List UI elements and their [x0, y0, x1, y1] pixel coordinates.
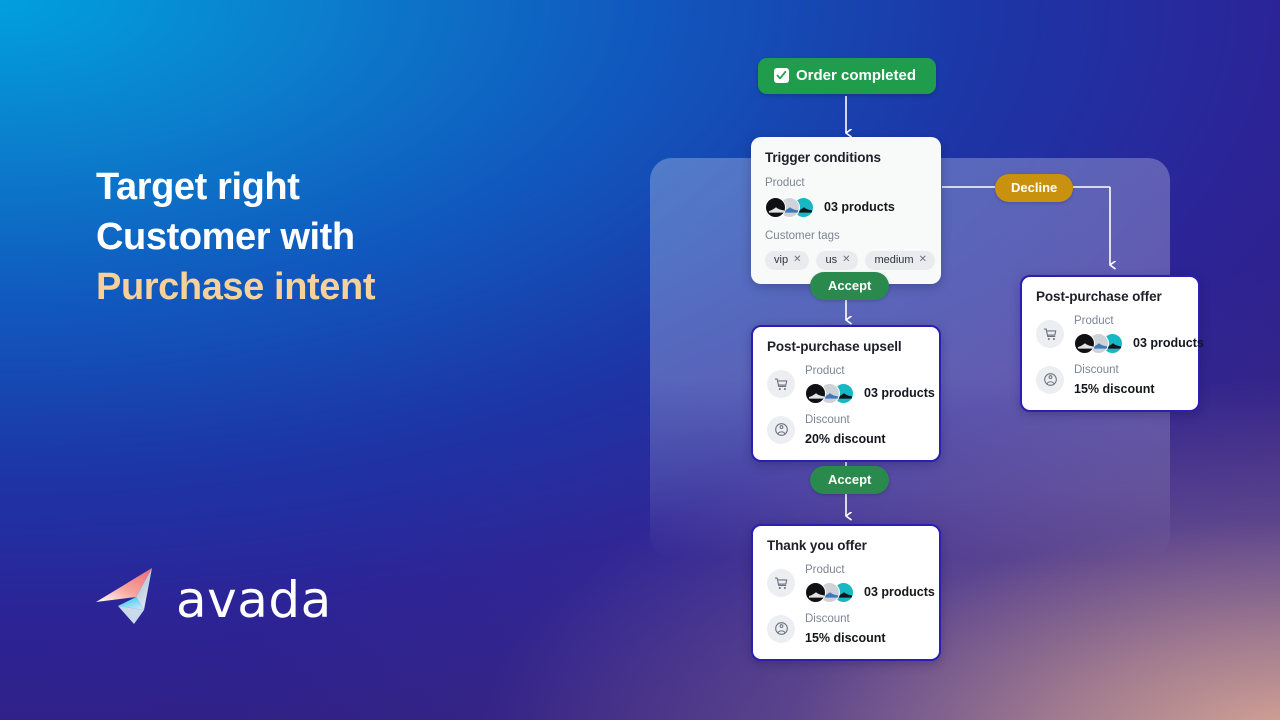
avada-paper-plane-icon	[94, 566, 162, 633]
post-purchase-upsell-card[interactable]: Post-purchase upsell Product 03 products…	[751, 325, 941, 462]
thankyou-product-label: Product	[805, 564, 845, 576]
tag-chip[interactable]: medium ✕	[865, 250, 935, 270]
product-avatar-1	[765, 196, 786, 218]
tag-chip[interactable]: vip ✕	[765, 250, 810, 270]
decline-branch-badge[interactable]: Decline	[995, 174, 1074, 202]
accept-label: Accept	[828, 472, 872, 487]
tag-label: us	[825, 253, 838, 266]
thankyou-card-title: Thank you offer	[767, 538, 867, 553]
offer-discount-value: 15% discount	[1074, 381, 1155, 396]
tag-label: vip	[774, 253, 789, 266]
thankyou-product-value: 03 products	[864, 585, 935, 600]
tag-chip[interactable]: us ✕	[816, 250, 859, 270]
trigger-product-value: 03 products	[824, 200, 895, 215]
cart-icon	[767, 569, 795, 598]
upsell-discount-label: Discount	[805, 413, 850, 426]
brand-wordmark: avada	[176, 570, 332, 629]
discount-tag-icon	[767, 614, 795, 643]
discount-tag-icon	[767, 415, 795, 444]
product-avatar-1	[805, 581, 826, 603]
trigger-card-title: Trigger conditions	[765, 150, 881, 165]
trigger-tags-label: Customer tags	[765, 229, 840, 242]
thankyou-discount-value: 15% discount	[805, 630, 886, 645]
product-avatar-stack	[1074, 332, 1123, 354]
accept-label: Accept	[828, 278, 872, 293]
order-completed-label: Order completed	[796, 67, 917, 84]
trigger-conditions-card[interactable]: Trigger conditions Product 03 products C…	[751, 137, 941, 284]
headline-line-1: Target right	[96, 166, 300, 208]
product-avatar-stack	[805, 581, 854, 603]
tag-label: medium	[874, 253, 914, 266]
cart-icon	[767, 370, 795, 399]
check-icon	[774, 68, 789, 83]
discount-tag-icon	[1036, 365, 1064, 394]
offer-product-label: Product	[1074, 315, 1114, 327]
upsell-card-title: Post-purchase upsell	[767, 339, 902, 354]
close-icon[interactable]: ✕	[793, 254, 801, 265]
accept-branch-badge-1[interactable]: Accept	[810, 272, 890, 300]
thank-you-offer-card[interactable]: Thank you offer Product 03 products Disc…	[751, 524, 941, 661]
thankyou-discount-label: Discount	[805, 612, 850, 625]
product-avatar-1	[1074, 332, 1095, 354]
close-icon[interactable]: ✕	[842, 254, 850, 265]
trigger-product-label: Product	[765, 177, 805, 189]
cart-icon	[1036, 320, 1064, 349]
order-completed-badge[interactable]: Order completed	[758, 58, 937, 94]
customer-tags-list: vip ✕ us ✕ medium ✕	[765, 250, 935, 270]
accept-branch-badge-2[interactable]: Accept	[810, 466, 890, 494]
brand-logo: avada	[94, 566, 332, 633]
product-avatar-1	[805, 382, 826, 404]
offer-discount-label: Discount	[1074, 363, 1119, 376]
offer-product-value: 03 products	[1133, 336, 1204, 351]
upsell-product-value: 03 products	[864, 386, 935, 401]
promo-banner: Target right Customer with Purchase inte…	[0, 0, 1280, 720]
product-avatar-stack	[765, 196, 814, 218]
close-icon[interactable]: ✕	[919, 254, 927, 265]
headline-line-3: Purchase intent	[96, 266, 376, 308]
product-avatar-stack	[805, 382, 854, 404]
page-title: Target right Customer with Purchase inte…	[96, 162, 375, 312]
upsell-discount-value: 20% discount	[805, 431, 886, 446]
decline-label: Decline	[1011, 180, 1058, 195]
upsell-product-label: Product	[805, 365, 845, 377]
post-purchase-offer-card[interactable]: Post-purchase offer Product 03 products …	[1020, 275, 1204, 412]
headline-line-2: Customer with	[96, 216, 355, 258]
offer-card-title: Post-purchase offer	[1036, 289, 1162, 304]
